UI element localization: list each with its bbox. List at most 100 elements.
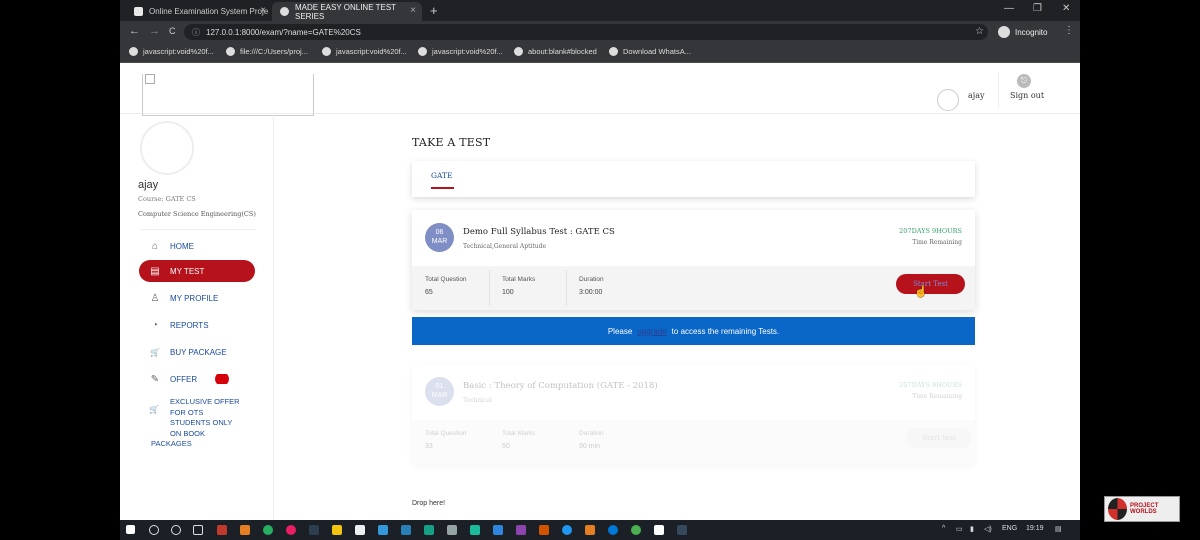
reload-icon[interactable]: C	[169, 26, 176, 36]
stat-label: Total Marks	[502, 276, 536, 283]
browser-tab-made-easy[interactable]: MADE EASY ONLINE TEST SERIES ×	[272, 2, 422, 21]
app-icon[interactable]	[516, 525, 526, 535]
close-tab-icon[interactable]: ×	[410, 5, 416, 16]
exclusive-line: EXCLUSIVE OFFER	[170, 397, 240, 406]
tab-title: Online Examination System Proje	[149, 7, 269, 16]
tab-strip: Online Examination System Proje × MADE E…	[120, 0, 1080, 21]
close-window-icon[interactable]: ✕	[1062, 3, 1070, 14]
logo-image[interactable]	[142, 74, 314, 116]
stat-divider	[566, 270, 567, 306]
forward-icon[interactable]: →	[149, 25, 160, 37]
search-icon[interactable]	[149, 525, 159, 535]
app-icon[interactable]	[401, 525, 411, 535]
header-username[interactable]: ajay	[968, 91, 985, 100]
back-icon[interactable]: ←	[129, 25, 140, 37]
globe-icon	[280, 7, 289, 16]
signout-link[interactable]: Sign out	[1010, 91, 1044, 100]
sidebar-item-my-test[interactable]: ▤ MY TEST	[139, 260, 255, 282]
menu-icon[interactable]: ⋮	[1064, 25, 1074, 36]
bookmark-star-icon[interactable]: ☆	[975, 26, 984, 37]
bookmark-label: Download WhatsA...	[623, 47, 691, 56]
test-month: MAR	[431, 238, 448, 245]
tab-gate[interactable]: GATE	[431, 171, 452, 180]
sidebar-item-label: REPORTS	[170, 320, 209, 330]
tab-title: MADE EASY ONLINE TEST SERIES	[295, 2, 396, 21]
upgrade-banner: Please upgrade to access the remaining T…	[412, 317, 975, 345]
word-icon[interactable]	[493, 525, 503, 535]
chrome-icon[interactable]	[631, 525, 641, 535]
bookmark-item[interactable]: javascript:void%20f...	[129, 47, 214, 56]
stat-total-question: Total Question 65	[425, 276, 505, 306]
sidebar-item-exclusive-offer[interactable]: 🛒 EXCLUSIVE OFFER FOR OTS STUDENTS ONLY …	[149, 397, 259, 450]
close-tab-icon[interactable]: ×	[260, 5, 266, 16]
upgrade-link[interactable]: upgrade	[637, 327, 666, 336]
app-icon[interactable]	[447, 525, 457, 535]
bookmark-item[interactable]: file:///C:/Users/proj...	[226, 47, 308, 56]
sidebar-item-reports[interactable]: ◔ REPORTS	[139, 314, 255, 336]
stat-label: Duration	[579, 430, 604, 437]
app-icon[interactable]	[217, 525, 227, 535]
sidebar-item-label: MY PROFILE	[170, 293, 219, 303]
incognito-indicator[interactable]: Incognito	[998, 24, 1047, 40]
app-icon[interactable]	[562, 525, 572, 535]
favicon-icon	[134, 7, 143, 16]
minimize-icon[interactable]: —	[1004, 3, 1014, 14]
maximize-icon[interactable]: ❐	[1033, 3, 1042, 14]
network-icon[interactable]: ▭	[956, 525, 963, 533]
stat-label: Total Marks	[502, 430, 536, 437]
browser-tab-exam-project[interactable]: Online Examination System Proje ×	[126, 2, 272, 21]
app-icon[interactable]	[424, 525, 434, 535]
clock[interactable]: 19:19	[1026, 525, 1044, 532]
address-bar[interactable]: ⓘ 127.0.0.1:8000/exam/?name=GATE%20CS	[184, 24, 988, 40]
tray-chevron-icon[interactable]: ^	[942, 525, 945, 532]
profile-avatar	[140, 121, 194, 175]
sidebar-item-buy-package[interactable]: 🛒 BUY PACKAGE	[139, 341, 255, 363]
notification-icon[interactable]: ▤	[1055, 525, 1062, 533]
exclusive-line: ON BOOK	[170, 428, 206, 438]
signout-icon[interactable]: ⎋	[1017, 74, 1031, 88]
cortana-icon[interactable]	[171, 525, 181, 535]
opera-icon[interactable]	[286, 525, 296, 535]
sidebar-item-label: HOME	[170, 241, 194, 251]
sidebar-item-home[interactable]: ⌂ HOME	[139, 235, 255, 257]
incognito-label: Incognito	[1015, 27, 1048, 37]
watermark-disc-icon	[1108, 498, 1128, 520]
course-value: GATE CS	[165, 195, 196, 203]
stat-total-marks: Total Marks 50	[502, 430, 582, 460]
app-icon[interactable]	[355, 525, 365, 535]
test-stats: Total Question 33 Total Marks 50 Duratio…	[412, 420, 975, 464]
folder-icon[interactable]	[332, 525, 342, 535]
info-icon[interactable]: ⓘ	[192, 27, 200, 38]
start-test-button[interactable]: Start Test	[896, 274, 965, 294]
volume-icon[interactable]: ◁)	[984, 525, 992, 533]
stat-duration: Duration 90 min	[579, 430, 659, 460]
app-icon[interactable]	[263, 525, 273, 535]
app-icon[interactable]	[585, 525, 595, 535]
bookmark-item[interactable]: about:blank#blocked	[514, 47, 597, 56]
bookmark-item[interactable]: javascript:void%20f...	[322, 47, 407, 56]
bookmark-item[interactable]: Download WhatsA...	[609, 47, 691, 56]
new-tab-icon[interactable]: +	[430, 3, 438, 18]
edge-icon[interactable]	[608, 525, 618, 535]
app-icon[interactable]	[654, 525, 664, 535]
windows-start-icon[interactable]	[126, 525, 135, 534]
bookmark-label: about:blank#blocked	[528, 47, 597, 56]
sidebar-item-my-profile[interactable]: ♙ MY PROFILE	[139, 287, 255, 309]
time-left: 207DAYS 9HOURS	[899, 227, 962, 235]
stat-value: 100	[502, 289, 514, 296]
battery-icon[interactable]: ▮	[970, 525, 974, 533]
bookmark-label: javascript:void%20f...	[143, 47, 214, 56]
language-indicator[interactable]: ENG	[1002, 525, 1017, 532]
app-icon[interactable]	[309, 525, 319, 535]
app-icon[interactable]	[539, 525, 549, 535]
task-view-icon[interactable]	[193, 525, 203, 535]
app-icon[interactable]	[378, 525, 388, 535]
app-icon[interactable]	[470, 525, 480, 535]
site-header: ajay ⎋ Sign out	[120, 64, 1080, 116]
header-avatar[interactable]	[937, 89, 959, 111]
app-icon[interactable]	[240, 525, 250, 535]
terminal-icon[interactable]	[677, 525, 687, 535]
bookmark-item[interactable]: javascript:void%20f...	[418, 47, 503, 56]
sidebar-item-offer[interactable]: ✎ OFFER	[139, 368, 255, 390]
exclusive-line: PACKAGES	[151, 439, 192, 448]
